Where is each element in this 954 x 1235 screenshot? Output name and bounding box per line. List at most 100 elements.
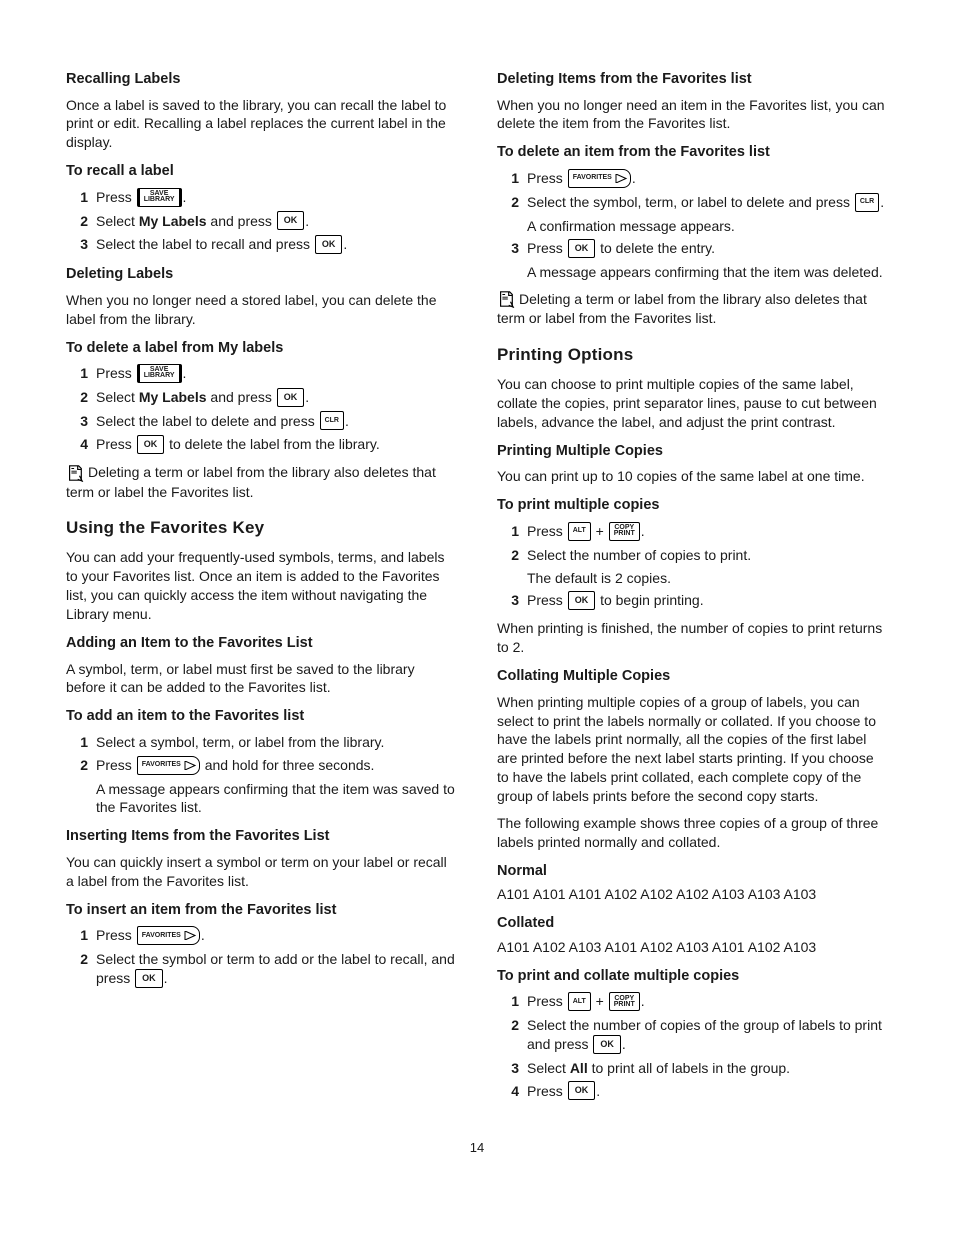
note-text: Deleting a term or label from the librar…	[66, 464, 436, 499]
text: .	[632, 170, 636, 186]
save-library-key-icon: SAVE LIBRARY	[137, 364, 182, 383]
sub-text: A confirmation message appears.	[527, 217, 888, 236]
text: to delete the label from the library.	[165, 436, 380, 452]
text: .	[183, 365, 187, 381]
heading-collate: Collating Multiple Copies	[497, 667, 888, 687]
heading-normal: Normal	[497, 862, 888, 882]
text: Press	[96, 189, 136, 205]
heading-printing-options: Printing Options	[497, 344, 888, 367]
ok-key-icon: OK	[568, 1081, 596, 1100]
favorites-key-icon: FAVORITES	[137, 926, 200, 945]
left-column: Recalling Labels Once a label is saved t…	[66, 60, 457, 1109]
text-bold: My Labels	[139, 213, 207, 229]
ok-key-icon: OK	[135, 969, 163, 988]
text: Select a symbol, term, or label from the…	[96, 733, 457, 752]
sub-text: A message appears confirming that the it…	[527, 263, 888, 282]
text: .	[622, 1036, 626, 1052]
para-deleting-intro: When you no longer need a stored label, …	[66, 291, 457, 329]
ok-key-icon: OK	[137, 435, 165, 454]
para-deleting-fav: When you no longer need an item in the F…	[497, 96, 888, 134]
ok-key-icon: OK	[277, 388, 305, 407]
alt-key-icon: ALT	[568, 522, 591, 541]
text: and hold for three seconds.	[201, 757, 375, 773]
text: Press	[527, 993, 567, 1009]
heading-to-add-fav: To add an item to the Favorites list	[66, 707, 457, 727]
text: Select the label to recall and press	[96, 236, 314, 252]
heading-to-collate: To print and collate multiple copies	[497, 967, 888, 987]
heading-to-recall: To recall a label	[66, 162, 457, 182]
text: Select	[96, 389, 139, 405]
ok-key-icon: OK	[315, 235, 343, 254]
steps-multi: 1 Press ALT + COPY PRINT. 2 Select the n…	[497, 522, 888, 611]
page-number: 14	[66, 1139, 888, 1157]
sub-text: A message appears confirming that the it…	[96, 780, 457, 818]
text: Select the number of copies of the group…	[527, 1017, 882, 1052]
steps-recall: 1 Press SAVE LIBRARY. 2 Select My Labels…	[66, 188, 457, 255]
right-column: Deleting Items from the Favorites list W…	[497, 60, 888, 1109]
text: .	[183, 189, 187, 205]
para-inserting-fav: You can quickly insert a symbol or term …	[66, 853, 457, 891]
text: .	[305, 213, 309, 229]
text: to delete the entry.	[596, 240, 715, 256]
text: .	[880, 194, 884, 210]
steps-collate: 1 Press ALT + COPY PRINT. 2 Select the n…	[497, 992, 888, 1101]
text: Press	[527, 1083, 567, 1099]
text: .	[343, 236, 347, 252]
clr-key-icon: CLR	[855, 193, 879, 212]
sub-text: The default is 2 copies.	[527, 569, 888, 588]
ok-key-icon: OK	[568, 591, 596, 610]
heading-deleting-labels: Deleting Labels	[66, 265, 457, 285]
text: and press	[207, 213, 276, 229]
save-library-key-icon: SAVE LIBRARY	[137, 188, 182, 207]
clr-key-icon: CLR	[320, 411, 344, 430]
text: .	[201, 927, 205, 943]
text: .	[641, 993, 645, 1009]
text: .	[641, 523, 645, 539]
text: Select	[527, 1060, 570, 1076]
text: Select the symbol, term, or label to del…	[527, 194, 854, 210]
para-collate-example: The following example shows three copies…	[497, 814, 888, 852]
text: Press	[96, 927, 136, 943]
copy-print-key-icon: COPY PRINT	[609, 522, 640, 541]
ok-key-icon: OK	[568, 239, 596, 258]
text: .	[305, 389, 309, 405]
text: Press	[527, 170, 567, 186]
text: and press	[207, 389, 276, 405]
heading-collated: Collated	[497, 914, 888, 934]
text: +	[592, 523, 608, 539]
favorites-key-icon: FAVORITES	[137, 756, 200, 775]
heading-multi-copies: Printing Multiple Copies	[497, 442, 888, 462]
sequence-collated: A101 A102 A103 A101 A102 A103 A101 A102 …	[497, 938, 888, 957]
text: +	[592, 993, 608, 1009]
text: to print all of labels in the group.	[588, 1060, 790, 1076]
text: Select the label to delete and press	[96, 413, 319, 429]
para-recalling-intro: Once a label is saved to the library, yo…	[66, 96, 457, 153]
text: .	[596, 1083, 600, 1099]
para-print-opts: You can choose to print multiple copies …	[497, 375, 888, 432]
heading-to-insert-fav: To insert an item from the Favorites lis…	[66, 901, 457, 921]
text: Select the number of copies to print.	[527, 547, 751, 563]
text-bold: All	[570, 1060, 588, 1076]
note-text: Deleting a term or label from the librar…	[497, 291, 867, 326]
steps-delete: 1 Press SAVE LIBRARY. 2 Select My Labels…	[66, 364, 457, 455]
favorites-key-icon: FAVORITES	[568, 169, 631, 188]
ok-key-icon: OK	[277, 211, 305, 230]
heading-adding-fav: Adding an Item to the Favorites List	[66, 634, 457, 654]
para-multi-copies: You can print up to 10 copies of the sam…	[497, 467, 888, 486]
para-collate-intro: When printing multiple copies of a group…	[497, 693, 888, 806]
text: Press	[96, 757, 136, 773]
note-delete-fav: Deleting a term or label from the librar…	[497, 290, 888, 328]
page-columns: Recalling Labels Once a label is saved t…	[66, 60, 888, 1109]
text: .	[345, 413, 349, 429]
sequence-normal: A101 A101 A101 A102 A102 A102 A103 A103 …	[497, 885, 888, 904]
text: Press	[96, 436, 136, 452]
copy-print-key-icon: COPY PRINT	[609, 992, 640, 1011]
steps-add-fav: 1Select a symbol, term, or label from th…	[66, 733, 457, 817]
heading-to-delete-fav: To delete an item from the Favorites lis…	[497, 143, 888, 163]
heading-to-delete-mylabels: To delete a label from My labels	[66, 339, 457, 359]
para-multi-outro: When printing is finished, the number of…	[497, 619, 888, 657]
note-icon	[497, 290, 515, 308]
text: Press	[527, 592, 567, 608]
para-using-fav: You can add your frequently-used symbols…	[66, 548, 457, 624]
text: Press	[527, 240, 567, 256]
